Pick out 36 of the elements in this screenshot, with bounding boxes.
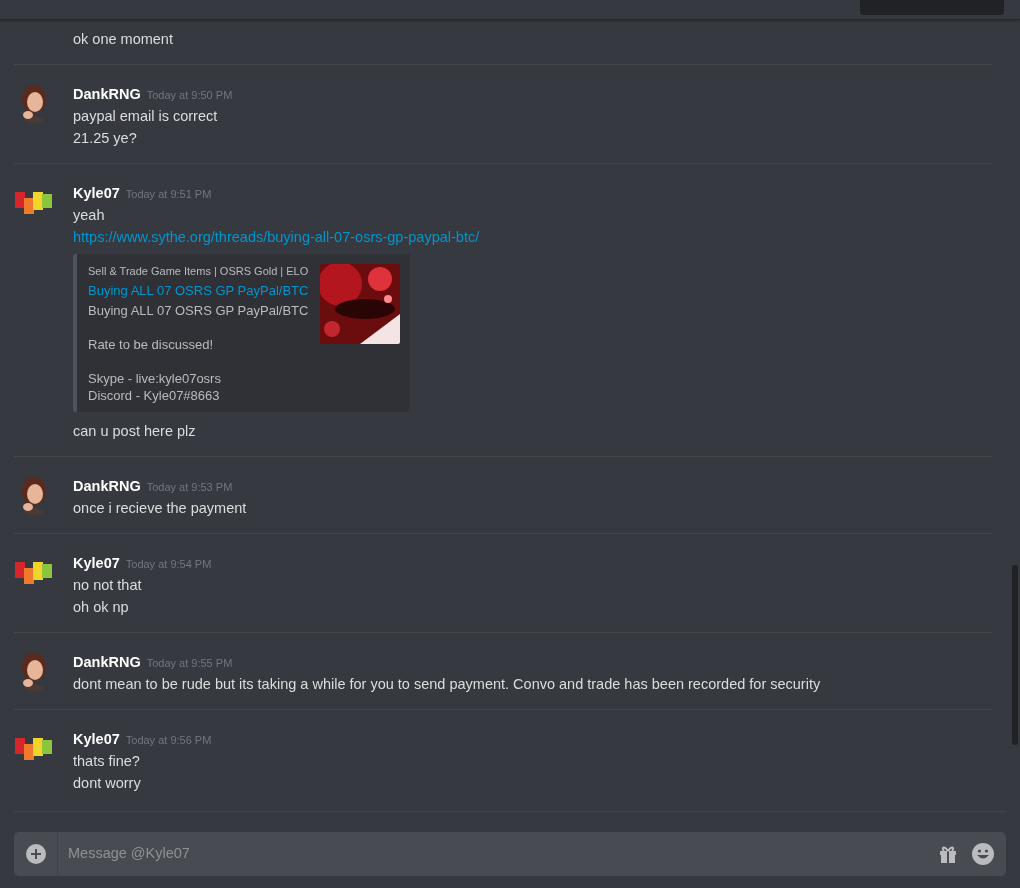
message-text: yeah: [73, 206, 106, 225]
message-text: 21.25 ye?: [73, 129, 138, 148]
message-text: dont mean to be rude but its taking a while for you to send payment. Convo and trade has been recorded for security: [73, 675, 821, 694]
message-text: once i recieve the payment: [73, 499, 247, 518]
embed-description: Discord - Kyle07#8663: [88, 387, 221, 404]
embed-provider: Sell & Trade Game Items | OSRS Gold | ELO: [88, 264, 309, 279]
message-text: dont worry: [73, 774, 142, 793]
scrollbar-thumb[interactable]: [1012, 565, 1018, 745]
username[interactable]: DankRNG: [73, 651, 141, 673]
username[interactable]: DankRNG: [73, 83, 141, 105]
timestamp: Today at 9:53 PM: [146, 480, 233, 495]
timestamp: Today at 9:55 PM: [146, 656, 233, 671]
username[interactable]: Kyle07: [73, 728, 120, 750]
message-text: oh ok np: [73, 598, 130, 617]
message-text: can u post here plz: [73, 422, 197, 441]
gift-icon[interactable]: [938, 844, 958, 864]
username[interactable]: Kyle07: [73, 182, 120, 204]
timestamp: Today at 9:54 PM: [125, 557, 212, 572]
timestamp: Today at 9:56 PM: [125, 733, 212, 748]
username[interactable]: DankRNG: [73, 475, 141, 497]
embed-title-link[interactable]: Buying ALL 07 OSRS GP PayPal/BTC: [88, 280, 309, 302]
message-field[interactable]: Message @Kyle07: [58, 832, 938, 876]
message-text: thats fine?: [73, 752, 141, 771]
message-text: paypal email is correct: [73, 107, 219, 126]
message-input[interactable]: Message @Kyle07: [58, 843, 938, 865]
emoji-icon[interactable]: [972, 843, 994, 865]
embed-description: Skype - live:kyle07osrs: [88, 370, 222, 387]
add-icon[interactable]: [14, 832, 58, 876]
timestamp: Today at 9:51 PM: [125, 187, 212, 202]
username[interactable]: Kyle07: [73, 552, 120, 574]
embed-description: Buying ALL 07 OSRS GP PayPal/BTC: [88, 302, 309, 319]
embed-description: Rate to be discussed!: [88, 336, 215, 353]
timestamp: Today at 9:50 PM: [146, 88, 233, 103]
message-text: ok one moment: [73, 30, 174, 49]
search-field[interactable]: [860, 0, 1004, 15]
message-text: no not that: [73, 576, 143, 595]
